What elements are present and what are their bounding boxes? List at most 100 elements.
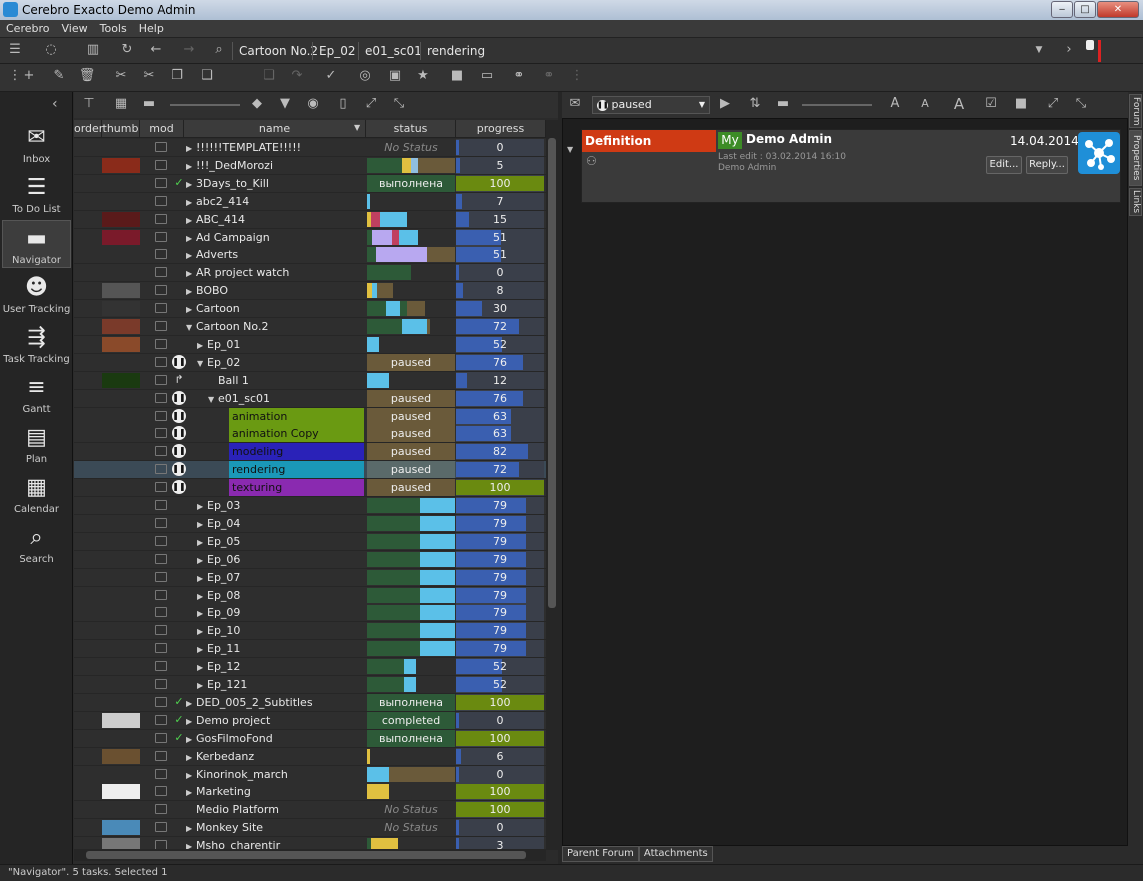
document-icon[interactable]: ▯ — [332, 92, 354, 116]
task-name-cell[interactable]: Ball 1 — [186, 372, 366, 389]
back-icon[interactable]: ← — [145, 38, 167, 62]
table-row[interactable]: ▶ !!!!!!TEMPLATE!!!!! No Status 0 — [74, 139, 546, 157]
lightbulb-icon[interactable]: ◌ — [40, 38, 62, 62]
expand-arrow-icon[interactable]: ▶ — [186, 230, 196, 246]
font-decrease-icon[interactable]: A — [914, 92, 936, 116]
task-name-cell[interactable]: texturing — [186, 479, 366, 497]
table-row[interactable]: ▶ !!!_DedMorozi 5 — [74, 156, 546, 175]
expand-arrow-icon[interactable]: ▶ — [186, 158, 196, 174]
link-icon[interactable]: ⚭ — [508, 64, 530, 88]
status-cell[interactable] — [367, 497, 455, 514]
column-progress[interactable]: progress — [456, 120, 546, 138]
sidebar-item-calendar[interactable]: ▦ Calendar — [2, 470, 71, 518]
table-row[interactable]: ❚❚ animation Copy paused 63 — [74, 425, 546, 444]
grid-view-icon[interactable]: ▦ — [110, 92, 132, 116]
task-name-cell[interactable]: ▶ Msho_charentir — [186, 837, 366, 849]
menu-help[interactable]: Help — [133, 20, 170, 38]
sidebar-item-task-tracking[interactable]: ⇶ Task Tracking — [2, 320, 71, 368]
column-thumb[interactable]: thumb — [102, 120, 140, 138]
task-name-cell[interactable]: ▶ Ep_04 — [186, 515, 366, 532]
status-cell[interactable]: paused — [367, 425, 455, 443]
table-row[interactable]: ▶ Ep_01 52 — [74, 335, 546, 354]
table-row[interactable]: ▶ Ep_11 79 — [74, 640, 546, 659]
task-name-cell[interactable]: ▶ Kerbedanz — [186, 748, 366, 765]
task-name-cell[interactable]: ▶ GosFilmoFond — [186, 730, 366, 747]
table-row[interactable]: ❚❚ ▼ Ep_02 paused 76 — [74, 353, 546, 372]
table-row[interactable]: ▶ Ep_10 79 — [74, 622, 546, 641]
task-name-cell[interactable]: rendering — [186, 461, 366, 479]
table-row[interactable]: ▶ Ep_03 79 — [74, 497, 546, 515]
expand-arrow-icon[interactable]: ▶ — [186, 301, 196, 317]
hierarchy-icon[interactable]: ⊤ — [78, 92, 100, 116]
column-mod[interactable]: mod — [140, 120, 184, 138]
menu-tools[interactable]: Tools — [94, 20, 133, 38]
expand-arrow-icon[interactable]: ▶ — [197, 337, 207, 353]
table-row[interactable]: ❚❚ ▼ e01_sc01 paused 76 — [74, 389, 546, 408]
task-name-cell[interactable]: ▶ Ep_121 — [186, 676, 366, 693]
breadcrumb-scene[interactable]: e01_sc01 — [358, 42, 428, 60]
path-dropdown-icon[interactable]: ▼ — [1028, 38, 1050, 62]
status-cell[interactable] — [367, 658, 455, 675]
maximize-button[interactable]: □ — [1074, 1, 1096, 18]
expand-arrow-icon[interactable]: ▶ — [186, 695, 196, 711]
status-cell[interactable] — [367, 533, 455, 550]
status-cell[interactable] — [367, 246, 455, 263]
new-message-icon[interactable]: ✉ — [564, 92, 586, 116]
idea-icon[interactable]: ◎ — [354, 64, 376, 88]
expand-arrow-icon[interactable]: ▶ — [186, 838, 196, 849]
table-row[interactable]: ✓ ▶ GosFilmoFond выполнена 100 — [74, 729, 546, 748]
expand-arrow-icon[interactable]: ▶ — [186, 767, 196, 783]
status-cell[interactable] — [367, 282, 455, 299]
collapse-arrow-icon[interactable]: ▼ — [197, 355, 207, 371]
cut-icon[interactable]: ✂ — [110, 64, 132, 88]
thumbnail-size-icon[interactable]: ▬ — [772, 92, 794, 116]
table-row[interactable]: ❚❚ texturing paused 100 — [74, 479, 546, 498]
expand-arrow-icon[interactable]: ▶ — [186, 749, 196, 765]
tree-vertical-scrollbar[interactable] — [546, 120, 558, 850]
edit-post-button[interactable]: Edit... — [986, 156, 1022, 174]
expand-arrow-icon[interactable]: ▶ — [186, 731, 196, 747]
tab-parent-forum[interactable]: Parent Forum — [562, 846, 639, 862]
collapse-sidebar-icon[interactable]: ‹ — [52, 96, 58, 112]
table-row[interactable]: ▶ Ep_06 79 — [74, 550, 546, 569]
reply-post-button[interactable]: Reply... — [1026, 156, 1068, 174]
sidebar-item-search[interactable]: ⌕ Search — [2, 520, 71, 568]
paste-special-icon[interactable]: ❑ — [258, 64, 280, 88]
status-cell[interactable]: No Status — [367, 139, 455, 156]
status-cell[interactable] — [367, 372, 455, 389]
zoom-slider[interactable] — [170, 104, 240, 106]
task-name-cell[interactable]: ▼ Cartoon No.2 — [186, 318, 366, 335]
task-name-cell[interactable]: ▼ e01_sc01 — [186, 390, 366, 407]
task-name-cell[interactable]: ▶ 3Days_to_Kill — [186, 175, 366, 192]
menu-view[interactable]: View — [56, 20, 94, 38]
task-name-cell[interactable]: ▶ Demo project — [186, 712, 366, 729]
status-cell[interactable] — [367, 748, 455, 765]
status-cell[interactable] — [367, 569, 455, 586]
table-row[interactable]: ▶ abc2_414 7 — [74, 192, 546, 211]
status-cell[interactable] — [367, 336, 455, 353]
expand-arrow-icon[interactable]: ▶ — [197, 570, 207, 586]
menu-icon[interactable]: ☰ — [4, 38, 26, 62]
status-filter-dropdown[interactable]: ❚❚ paused ▼ — [592, 96, 710, 114]
font-increase-icon[interactable]: A — [884, 92, 906, 116]
forum-zoom-slider[interactable] — [802, 104, 872, 106]
task-name-cell[interactable]: ▶ Ep_11 — [186, 640, 366, 657]
delete-icon[interactable]: 🗑 — [76, 64, 98, 88]
status-cell[interactable] — [367, 587, 455, 604]
status-cell[interactable]: выполнена — [367, 174, 455, 192]
table-row[interactable]: ▶ ABC_414 15 — [74, 210, 546, 229]
sort-icon[interactable]: ⇅ — [744, 92, 766, 116]
status-cell[interactable] — [367, 211, 455, 228]
font-bold-icon[interactable]: A — [948, 92, 970, 116]
table-row[interactable]: ❚❚ modeling paused 82 — [74, 443, 546, 462]
expand-arrow-icon[interactable]: ▶ — [186, 140, 196, 156]
task-name-cell[interactable]: ▶ Ad Campaign — [186, 229, 366, 246]
table-row[interactable]: ▶ Ep_04 79 — [74, 514, 546, 533]
task-name-cell[interactable]: ▶ Ep_06 — [186, 551, 366, 568]
table-row[interactable]: ▶ Kinorinok_march 0 — [74, 765, 546, 784]
collapse-arrow-icon[interactable]: ▼ — [208, 391, 218, 407]
task-name-cell[interactable]: ▼ Ep_02 — [186, 354, 366, 371]
task-name-cell[interactable]: ▶ BOBO — [186, 282, 366, 299]
breadcrumb-episode[interactable]: Ep_02 — [312, 42, 361, 60]
attach-icon[interactable]: ▭ — [476, 64, 498, 88]
